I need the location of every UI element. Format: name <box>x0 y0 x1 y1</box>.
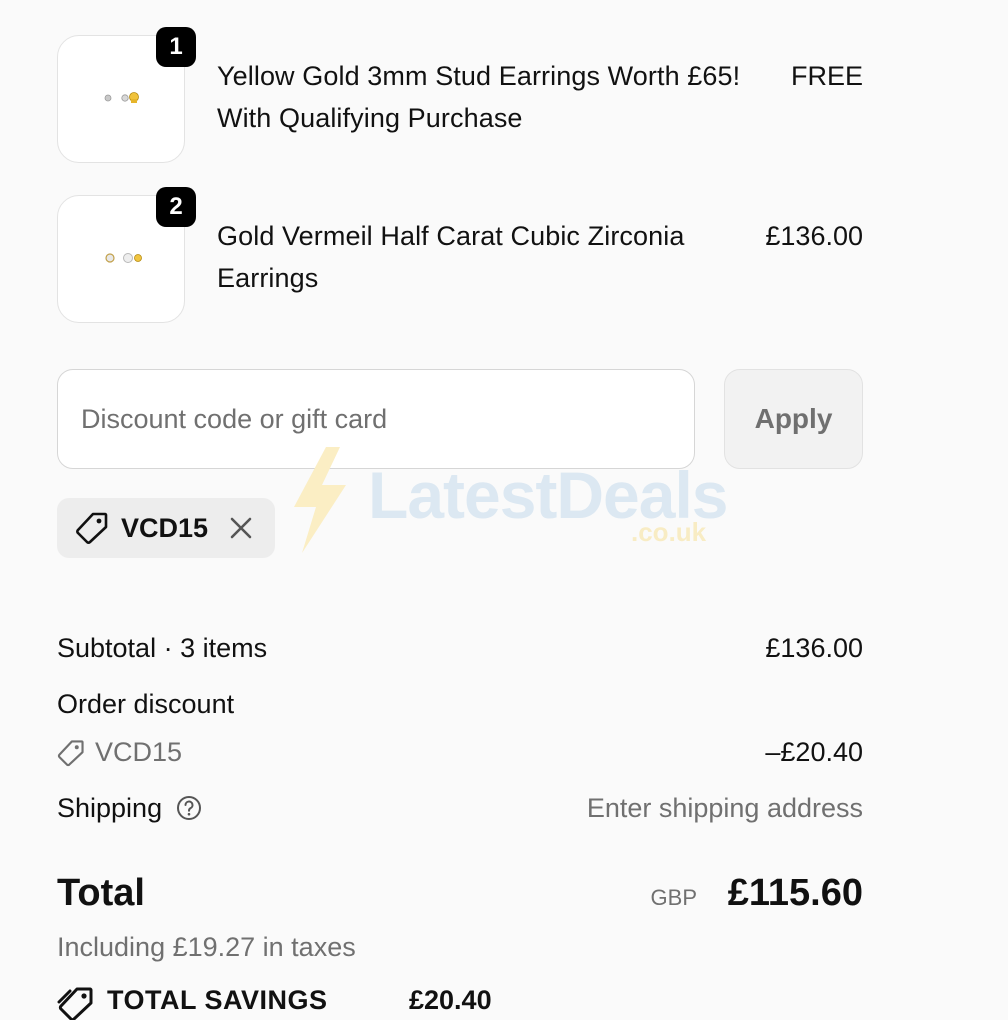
apply-button[interactable]: Apply <box>724 369 863 469</box>
savings-amount: £20.40 <box>409 985 492 1015</box>
quantity-badge: 1 <box>156 27 196 67</box>
savings-label: TOTAL SAVINGS <box>107 985 328 1015</box>
applied-discount-chip: VCD15 <box>57 498 275 558</box>
applied-code-label: VCD15 <box>121 513 209 543</box>
order-discount-label: Order discount <box>57 689 235 719</box>
quantity-badge: 2 <box>156 187 196 227</box>
taxes-note: Including £19.27 in taxes <box>57 932 356 962</box>
line-item: 2 Gold Vermeil Half Carat Cubic Zirconia… <box>57 187 863 325</box>
total-amount: £115.60 <box>727 872 863 914</box>
watermark-text: LatestDeals <box>368 458 729 532</box>
item-name: Gold Vermeil Half Carat Cubic Zirconia E… <box>217 221 685 293</box>
watermark-subtext: .co.uk <box>631 517 707 547</box>
subtotal-value: £136.00 <box>765 633 863 663</box>
total-savings-row: TOTAL SAVINGS £20.40 <box>57 980 557 1020</box>
savings-tag-icon <box>57 987 93 1020</box>
discount-code-input[interactable]: Discount code or gift card <box>57 369 695 469</box>
close-icon[interactable] <box>229 516 253 540</box>
tag-icon <box>76 512 108 544</box>
shipping-label: Shipping <box>57 793 163 823</box>
currency-code: GBP <box>650 885 697 910</box>
tag-icon <box>57 740 84 767</box>
line-item: 1 Yellow Gold 3mm Stud Earrings Worth £6… <box>57 27 863 165</box>
discount-code-label: VCD15 <box>95 737 183 767</box>
shipping-value: Enter shipping address <box>586 793 863 823</box>
subtotal-label: Subtotal · 3 items <box>57 633 268 663</box>
help-icon[interactable] <box>176 795 202 821</box>
total-label: Total <box>57 872 145 914</box>
item-price: FREE <box>790 61 863 91</box>
total-row: Total GBP £115.60 <box>57 868 863 918</box>
item-price: £136.00 <box>765 221 863 251</box>
discount-value: –£20.40 <box>765 737 863 767</box>
discount-input-placeholder: Discount code or gift card <box>81 404 388 434</box>
item-name: Yellow Gold 3mm Stud Earrings Worth £65!… <box>217 61 741 133</box>
